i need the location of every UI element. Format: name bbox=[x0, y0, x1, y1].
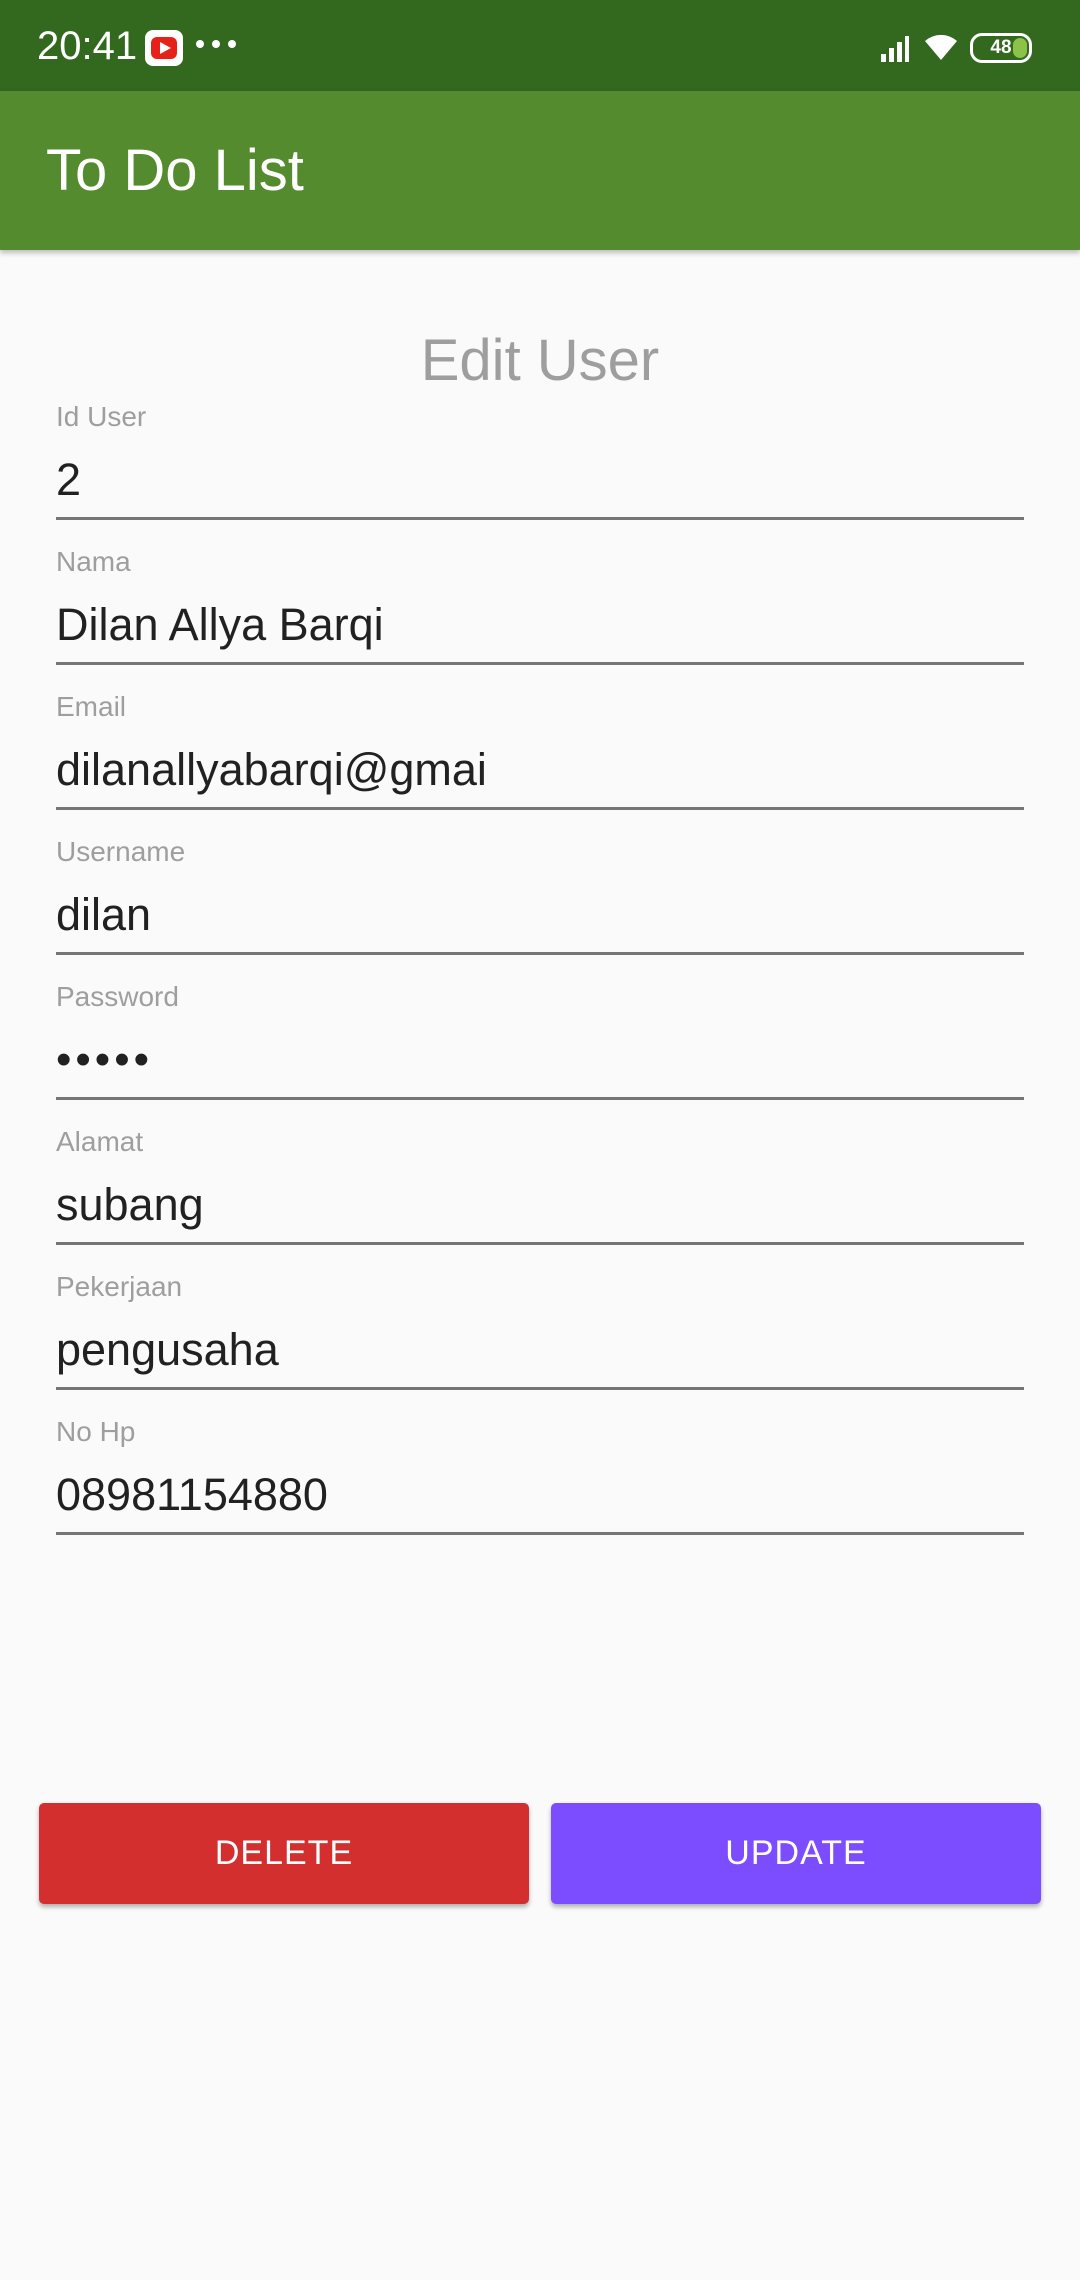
email-label: Email bbox=[56, 691, 127, 722]
alamat-underline bbox=[56, 1242, 1024, 1245]
alamat-label: Alamat bbox=[56, 1126, 144, 1157]
no-hp-input[interactable]: 08981154880 bbox=[56, 1467, 1024, 1523]
nama-field[interactable]: Nama Dilan Allya Barqi bbox=[56, 545, 1024, 675]
battery-fill bbox=[1013, 38, 1027, 58]
username-underline bbox=[56, 952, 1024, 955]
email-input[interactable]: dilanallyabarqi@gmai bbox=[56, 742, 1024, 798]
id-user-field[interactable]: Id User 2 bbox=[56, 400, 1024, 530]
password-input[interactable]: ••••• bbox=[56, 1032, 1024, 1088]
id-user-underline bbox=[56, 517, 1024, 520]
pekerjaan-underline bbox=[56, 1387, 1024, 1390]
no-hp-field[interactable]: No Hp 08981154880 bbox=[56, 1415, 1024, 1545]
status-time: 20:41 bbox=[37, 24, 138, 68]
app-bar: To Do List bbox=[0, 91, 1080, 250]
battery-indicator: 48 bbox=[970, 33, 1032, 63]
pekerjaan-label: Pekerjaan bbox=[56, 1271, 183, 1302]
status-bar: 20:41 48 bbox=[0, 0, 1080, 91]
pekerjaan-field[interactable]: Pekerjaan pengusaha bbox=[56, 1270, 1024, 1400]
form-title: Edit User bbox=[420, 328, 660, 393]
update-button[interactable]: UPDATE bbox=[551, 1803, 1041, 1904]
delete-button[interactable]: DELETE bbox=[39, 1803, 529, 1904]
youtube-icon bbox=[145, 30, 183, 66]
nama-label: Nama bbox=[56, 546, 131, 577]
username-input[interactable]: dilan bbox=[56, 887, 1024, 943]
password-label: Password bbox=[56, 981, 179, 1012]
battery-level: 48 bbox=[990, 37, 1012, 58]
no-hp-underline bbox=[56, 1532, 1024, 1535]
id-user-input[interactable]: 2 bbox=[56, 452, 1024, 508]
password-field[interactable]: Password ••••• bbox=[56, 980, 1024, 1110]
username-field[interactable]: Username dilan bbox=[56, 835, 1024, 965]
alamat-input[interactable]: subang bbox=[56, 1177, 1024, 1233]
nama-input[interactable]: Dilan Allya Barqi bbox=[56, 597, 1024, 653]
more-dots-icon bbox=[196, 40, 236, 48]
alamat-field[interactable]: Alamat subang bbox=[56, 1125, 1024, 1255]
password-underline bbox=[56, 1097, 1024, 1100]
pekerjaan-input[interactable]: pengusaha bbox=[56, 1322, 1024, 1378]
app-title: To Do List bbox=[46, 138, 304, 203]
no-hp-label: No Hp bbox=[56, 1416, 136, 1447]
nama-underline bbox=[56, 662, 1024, 665]
email-underline bbox=[56, 807, 1024, 810]
username-label: Username bbox=[56, 836, 186, 867]
signal-icon bbox=[881, 36, 909, 62]
wifi-icon bbox=[925, 34, 957, 60]
email-field[interactable]: Email dilanallyabarqi@gmai bbox=[56, 690, 1024, 820]
id-user-label: Id User bbox=[56, 401, 147, 432]
